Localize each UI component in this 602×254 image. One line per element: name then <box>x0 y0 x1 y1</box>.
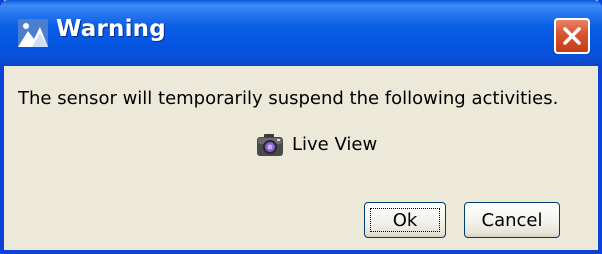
app-icon <box>18 19 48 47</box>
ok-button-label: Ok <box>392 209 418 231</box>
cancel-button[interactable]: Cancel <box>464 202 560 238</box>
warning-dialog: Warning The sensor will temporarily susp… <box>0 0 602 254</box>
close-icon <box>563 27 581 45</box>
title-bar[interactable]: Warning <box>0 0 602 66</box>
ok-button[interactable]: Ok <box>364 202 446 238</box>
close-button[interactable] <box>554 18 590 54</box>
dialog-title: Warning <box>56 16 166 42</box>
camera-icon <box>256 133 284 157</box>
activity-label: Live View <box>292 134 378 155</box>
cancel-button-label: Cancel <box>481 209 543 231</box>
dialog-message: The sensor will temporarily suspend the … <box>18 88 559 109</box>
